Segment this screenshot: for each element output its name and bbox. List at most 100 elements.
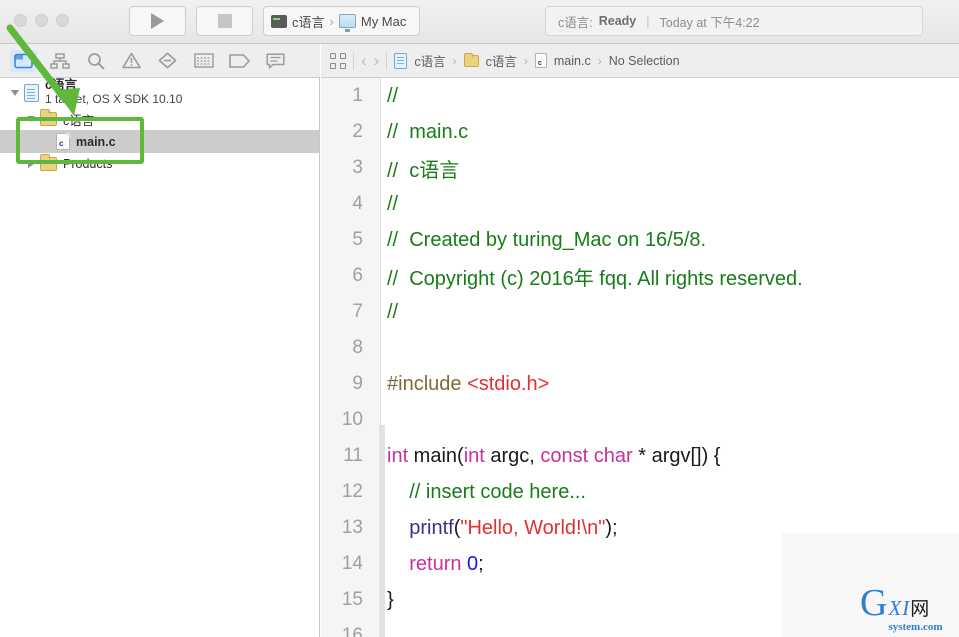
code-text[interactable]: #include <stdio.h> — [371, 373, 549, 396]
breadcrumb-item-project[interactable]: c语言 — [414, 51, 445, 70]
forward-button[interactable]: › — [374, 52, 380, 69]
code-line: 10 — [321, 402, 959, 438]
line-number: 11 — [343, 445, 363, 466]
run-button[interactable] — [129, 6, 186, 36]
project-navigator-icon[interactable] — [10, 49, 37, 72]
activity-status-bar: c语言: Ready | Today at 下午4:22 — [545, 6, 923, 36]
disclosure-triangle-icon[interactable] — [22, 115, 40, 123]
terminal-icon — [271, 14, 287, 28]
tree-item-group-label: c语言 — [63, 113, 95, 128]
line-number: 14 — [341, 553, 363, 574]
disclosure-triangle-icon[interactable] — [6, 89, 24, 97]
code-line: 5 // Created by turing_Mac on 16/5/8. — [321, 222, 959, 258]
traffic-light-group — [14, 14, 69, 27]
code-text[interactable]: // insert code here... — [371, 481, 586, 504]
folder-icon — [40, 154, 57, 171]
status-project-label: c语言: — [558, 15, 593, 30]
tree-item-project-sublabel: 1 target, OS X SDK 10.10 — [45, 92, 183, 106]
scheme-separator: › — [329, 13, 334, 29]
line-number: 7 — [352, 301, 363, 322]
line-number: 6 — [352, 265, 363, 286]
folder-icon — [463, 52, 479, 67]
breadcrumb-item-selection[interactable]: No Selection — [609, 54, 680, 68]
scheme-target-label: c语言 — [292, 14, 325, 30]
code-text[interactable]: // Created by turing_Mac on 16/5/8. — [371, 229, 706, 252]
title-bar: c语言 › My Mac c语言: Ready | Today at 下午4:2… — [0, 0, 959, 44]
tree-item-group-folder[interactable]: c语言 — [0, 108, 319, 130]
line-number: 15 — [341, 589, 363, 610]
project-icon — [394, 52, 408, 69]
code-line: 2 // main.c — [321, 114, 959, 150]
c-file-icon: c — [534, 53, 547, 68]
code-text[interactable]: return 0; — [371, 553, 484, 576]
line-number: 16 — [341, 625, 363, 637]
watermark: G XI网 system.com — [860, 584, 943, 633]
watermark-bottom-text: system.com — [888, 621, 943, 633]
tree-item-main-c[interactable]: c main.c — [0, 130, 319, 153]
line-number: 10 — [341, 409, 363, 430]
code-text[interactable]: // c语言 — [371, 154, 459, 183]
code-line: 6 // Copyright (c) 2016年 fqq. All rights … — [321, 258, 959, 294]
scheme-destination-label: My Mac — [360, 13, 407, 29]
scheme-selector[interactable]: c语言 › My Mac — [263, 6, 420, 36]
line-number: 1 — [352, 85, 363, 106]
breadcrumb-separator: › — [523, 53, 528, 68]
project-navigator-panel: c语言 1 target, OS X SDK 10.10 c语言 c main.… — [0, 78, 320, 637]
breadcrumb-item-file[interactable]: main.c — [554, 54, 591, 68]
disclosure-triangle-icon[interactable] — [22, 160, 40, 168]
related-items-icon[interactable] — [330, 52, 346, 69]
project-icon — [24, 84, 39, 102]
code-line: 1 // — [321, 78, 959, 114]
navigator-toolbar — [0, 44, 320, 78]
minimize-button[interactable] — [35, 14, 48, 27]
code-line: 9 #include <stdio.h> — [321, 366, 959, 402]
line-number: 4 — [352, 193, 363, 214]
tree-item-main-c-label: main.c — [76, 134, 116, 149]
test-navigator-icon[interactable] — [154, 50, 181, 72]
code-line: 3 // c语言 — [321, 150, 959, 186]
stop-button[interactable] — [196, 6, 253, 36]
monitor-icon — [338, 14, 356, 32]
code-text[interactable]: } — [371, 589, 394, 612]
code-text[interactable]: int main(int argc, const char * argv[]) … — [371, 445, 720, 468]
code-text[interactable]: // — [371, 193, 398, 216]
breadcrumb-separator: › — [452, 53, 457, 68]
status-state-label: Ready — [598, 14, 637, 28]
xcode-window: c语言 › My Mac c语言: Ready | Today at 下午4:2… — [0, 0, 959, 637]
line-number: 13 — [341, 517, 363, 538]
line-number: 2 — [352, 121, 363, 142]
zoom-button[interactable] — [56, 14, 69, 27]
symbol-navigator-icon[interactable] — [46, 50, 73, 72]
breadcrumb-separator: › — [597, 53, 602, 68]
report-navigator-icon[interactable] — [262, 50, 289, 72]
code-text[interactable]: printf("Hello, World!\n"); — [371, 517, 617, 540]
breadcrumb-item-group[interactable]: c语言 — [486, 51, 517, 70]
back-button[interactable]: ‹ — [361, 52, 367, 69]
code-line: 8 — [321, 330, 959, 366]
tree-item-project[interactable]: c语言 1 target, OS X SDK 10.10 — [0, 78, 319, 108]
code-text[interactable]: // Copyright (c) 2016年 fqq. All rights r… — [371, 262, 803, 291]
line-number: 5 — [352, 229, 363, 250]
status-time-label: Today at 下午4:22 — [659, 15, 760, 30]
code-text[interactable]: // — [371, 85, 398, 108]
debug-navigator-icon[interactable] — [190, 50, 217, 72]
divider — [386, 51, 388, 70]
editor-jump-bar: ‹ › c语言 › c语言 › c main.c › No Selection — [321, 44, 959, 78]
tree-item-project-label: c语言 — [45, 78, 77, 92]
code-text[interactable]: // — [371, 301, 398, 324]
code-text[interactable]: // main.c — [371, 121, 468, 144]
tree-item-products[interactable]: Products — [0, 153, 319, 175]
line-number: 12 — [341, 481, 363, 502]
find-navigator-icon[interactable] — [82, 50, 109, 72]
line-number: 3 — [352, 157, 363, 178]
breakpoint-navigator-icon[interactable] — [226, 50, 253, 72]
issue-navigator-icon[interactable] — [118, 50, 145, 72]
folder-icon — [40, 109, 57, 126]
watermark-top-text: XI网 — [888, 596, 931, 620]
line-number: 9 — [352, 373, 363, 394]
close-button[interactable] — [14, 14, 27, 27]
tree-item-products-label: Products — [63, 157, 113, 171]
divider — [353, 51, 354, 70]
c-file-icon: c — [56, 133, 70, 150]
code-line: 7 // — [321, 294, 959, 330]
